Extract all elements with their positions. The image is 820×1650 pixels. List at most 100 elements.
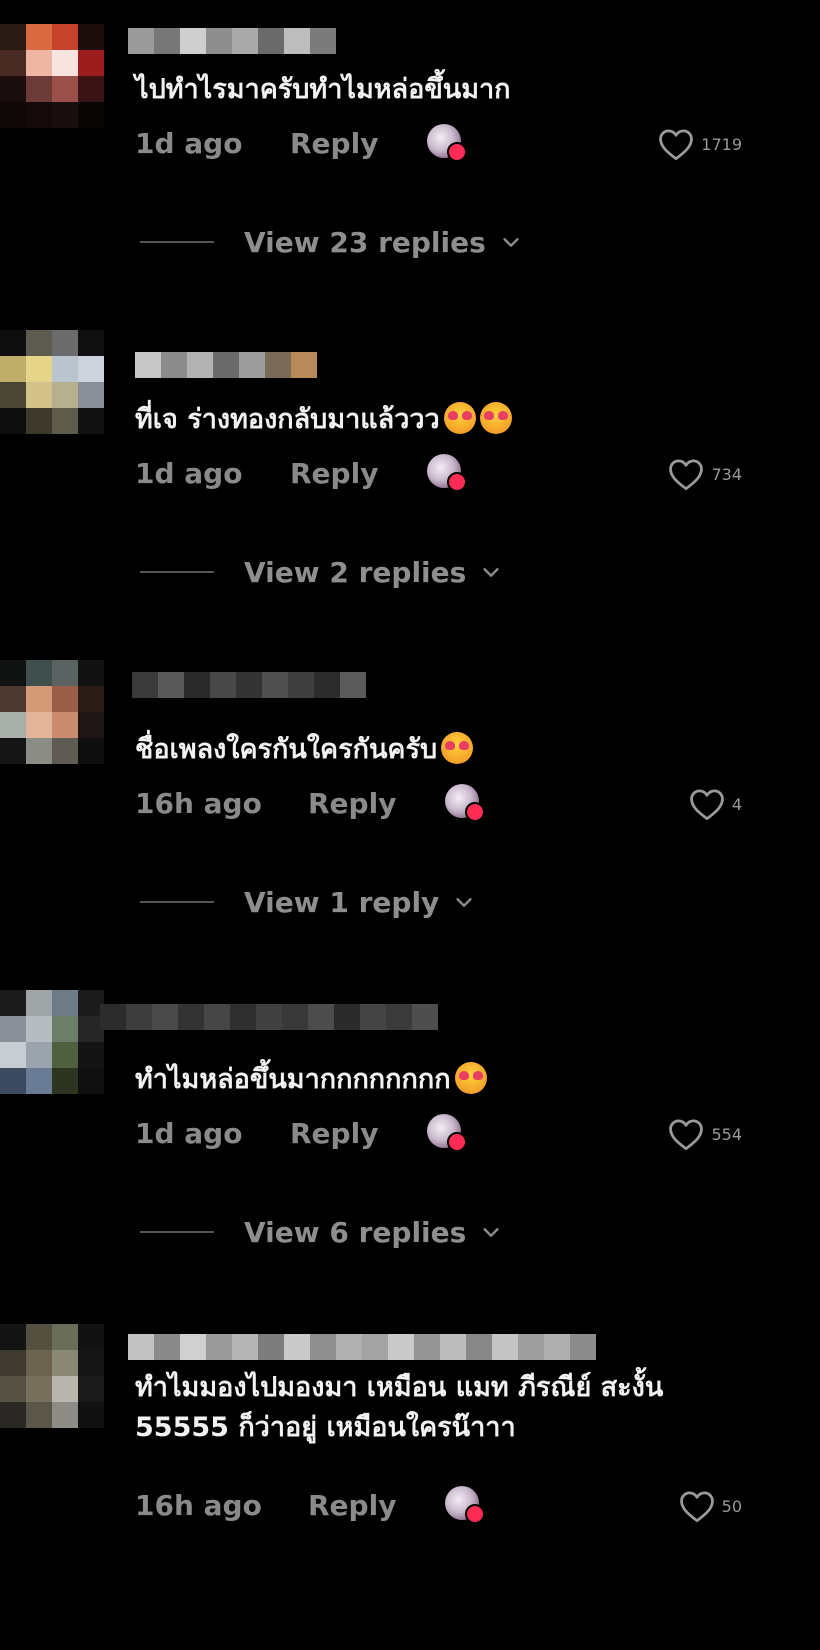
avatar-pixel [26,76,52,102]
view-replies-label: View 1 reply [244,885,440,919]
avatar-pixel [26,738,52,764]
reply-button[interactable]: Reply [290,1114,378,1154]
avatar-pixel [52,1068,78,1094]
view-replies-label: View 6 replies [244,1215,467,1249]
view-replies-label: View 23 replies [244,225,486,259]
avatar-pixel [78,102,104,128]
username-pixel [518,1334,544,1360]
username-pixel [236,672,262,698]
like-count: 4 [731,794,742,814]
avatar-pixel [78,356,104,382]
username-blurred[interactable] [135,352,317,378]
comment-item: ไปทำไรมาครับทำไมหล่อขึ้นมาก 1d ago Reply 17… [0,0,820,330]
like-button[interactable]: 50 [678,1486,742,1526]
comment-body: ทำไมหล่อขึ้นมากกกกกกกก [135,1064,451,1095]
avatar[interactable] [0,660,104,764]
comment-meta: 16h ago Reply [135,1486,745,1526]
view-replies-button[interactable]: View 6 replies [140,1212,502,1252]
username-blurred[interactable] [128,28,336,54]
avatar-pixel [78,1402,104,1428]
heart-filled-icon [465,802,485,822]
comment-text: ไปทำไรมาครับทำไมหล่อขึ้นมาก [135,70,775,110]
creator-liked-badge [427,124,467,164]
avatar-pixel [78,712,104,738]
avatar-pixel [78,686,104,712]
heart-filled-icon [447,472,467,492]
avatar-pixel [0,76,26,102]
avatar-pixel [78,1324,104,1350]
divider-line [140,901,214,903]
username-pixel [412,1004,438,1030]
comment-meta: 1d ago Reply [135,454,745,494]
divider-line [140,1231,214,1233]
username-blurred[interactable] [100,1004,438,1030]
comment-body: ไปทำไรมาครับทำไมหล่อขึ้นมาก [135,74,511,105]
avatar-pixel [0,102,26,128]
avatar-pixel [0,1402,26,1428]
avatar-pixel [78,408,104,434]
avatar-pixel [0,356,26,382]
avatar[interactable] [0,330,104,434]
comment-meta: 1d ago Reply [135,1114,745,1154]
view-replies-button[interactable]: View 1 reply [140,882,475,922]
username-pixel [492,1334,518,1360]
username-pixel [204,1004,230,1030]
comment-timestamp: 16h ago [135,787,262,820]
comment-timestamp: 1d ago [135,1117,243,1150]
username-pixel [232,28,258,54]
avatar-pixel [0,1350,26,1376]
heart-outline-icon [669,1119,704,1151]
username-pixel [360,1004,386,1030]
comment-item: ทำไมมองไปมองมา เหมือน แมท ภีรณีย์ สะงั้น… [0,1320,820,1650]
avatar-pixel [26,1068,52,1094]
avatar[interactable] [0,990,104,1094]
username-pixel [310,1334,336,1360]
username-blurred[interactable] [132,672,366,698]
avatar-pixel [0,686,26,712]
username-pixel [187,352,213,378]
avatar-pixel [78,330,104,356]
view-replies-button[interactable]: View 23 replies [140,222,522,262]
username-pixel [239,352,265,378]
like-button[interactable]: 734 [667,454,742,494]
divider-line [140,571,214,573]
reply-button[interactable]: Reply [290,124,378,164]
avatar[interactable] [0,1324,104,1428]
chevron-down-icon [456,898,472,907]
username-blurred[interactable] [128,1334,596,1360]
avatar-pixel [26,356,52,382]
avatar-pixel [78,1376,104,1402]
reply-button[interactable]: Reply [308,1486,396,1526]
username-pixel [213,352,239,378]
like-count: 1719 [701,134,742,154]
reply-button[interactable]: Reply [308,784,396,824]
comment-timestamp: 16h ago [135,1489,262,1522]
username-pixel [284,1334,310,1360]
heart-filled-icon [447,1132,467,1152]
like-button[interactable]: 1719 [657,124,742,164]
avatar-pixel [26,1324,52,1350]
avatar-pixel [26,50,52,76]
like-button[interactable]: 4 [688,784,742,824]
avatar-pixel [26,660,52,686]
username-pixel [288,672,314,698]
username-pixel [265,352,291,378]
comment-body: ที่เจ ร่างทองกลับมาแล้ววว [135,404,440,435]
username-pixel [180,28,206,54]
avatar-pixel [52,660,78,686]
avatar-pixel [52,686,78,712]
avatar-pixel [52,330,78,356]
chevron-down-icon [503,238,519,247]
username-pixel [132,672,158,698]
like-count: 734 [711,464,742,484]
avatar-pixel [26,712,52,738]
like-button[interactable]: 554 [667,1114,742,1154]
avatar-pixel [52,1324,78,1350]
avatar-pixel [52,50,78,76]
view-replies-button[interactable]: View 2 replies [140,552,502,592]
reply-button[interactable]: Reply [290,454,378,494]
smiling-face-with-hearts-icon [441,732,474,764]
avatar[interactable] [0,24,104,128]
username-pixel [334,1004,360,1030]
comment-text: ทำไมหล่อขึ้นมากกกกกกกก [135,1060,775,1100]
